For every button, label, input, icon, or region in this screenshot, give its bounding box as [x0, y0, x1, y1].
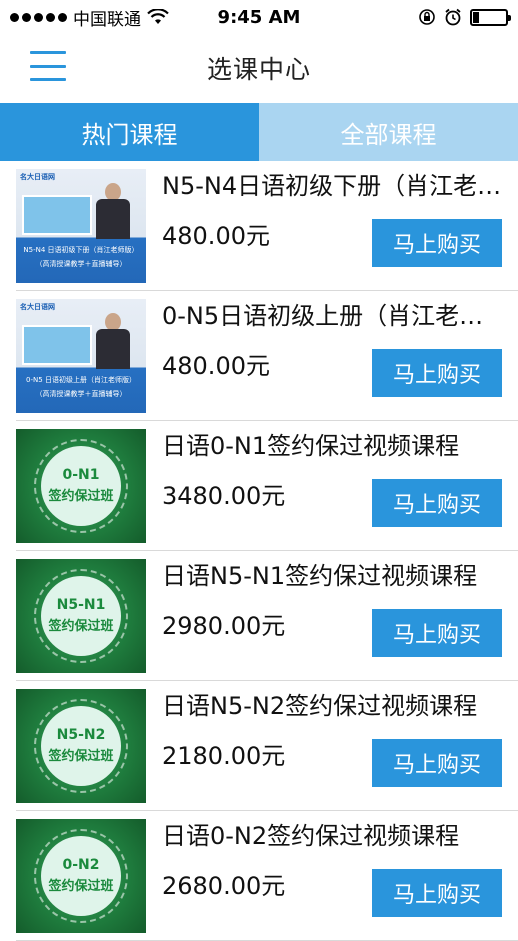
course-price: 3480.00元: [162, 482, 286, 510]
course-list: 名大日语网 N5-N4 日语初级下册（肖江老师版） （高清授课教学＋直播辅导） …: [0, 161, 518, 941]
buy-now-button[interactable]: 马上购买: [372, 219, 502, 267]
alarm-icon: [445, 8, 461, 26]
course-info: 日语N5-N1签约保过视频课程 2980.00元 马上购买: [146, 551, 518, 681]
buy-now-button[interactable]: 马上购买: [372, 609, 502, 657]
course-title[interactable]: 日语0-N1签约保过视频课程: [162, 429, 502, 463]
list-item[interactable]: 0-N2 签约保过班 日语0-N2签约保过视频课程 2680.00元 马上购买: [0, 811, 518, 941]
course-info: 日语0-N1签约保过视频课程 3480.00元 马上购买: [146, 421, 518, 551]
tab-all-courses[interactable]: 全部课程: [259, 103, 518, 161]
course-thumbnail[interactable]: 0-N1 签约保过班: [16, 429, 146, 543]
course-info: 日语0-N2签约保过视频课程 2680.00元 马上购买: [146, 811, 518, 941]
course-price: 2980.00元: [162, 612, 286, 640]
nav-bar: 选课中心: [0, 34, 518, 102]
thumbnail-caption: N5-N4 日语初级下册（肖江老师版）: [23, 246, 139, 254]
course-thumbnail[interactable]: 名大日语网 0-N5 日语初级上册（肖江老师版） （高清授课教学＋直播辅导）: [16, 299, 146, 413]
badge-label: 签约保过班: [48, 489, 114, 504]
course-title[interactable]: N5-N4日语初级下册（肖江老师版）: [162, 169, 502, 203]
teacher-photo: [96, 313, 130, 369]
hamburger-menu-icon[interactable]: [30, 48, 66, 84]
course-thumbnail[interactable]: N5-N2 签约保过班: [16, 689, 146, 803]
status-right: [418, 8, 511, 26]
thumbnail-logo: 名大日语网: [20, 303, 55, 311]
course-title[interactable]: 日语N5-N1签约保过视频课程: [162, 559, 502, 593]
buy-now-button[interactable]: 马上购买: [372, 739, 502, 787]
carrier-name: 中国联通: [73, 9, 141, 30]
course-thumbnail[interactable]: N5-N1 签约保过班: [16, 559, 146, 673]
course-badge: 0-N2 签约保过班: [41, 836, 121, 916]
course-title[interactable]: 日语0-N2签约保过视频课程: [162, 819, 502, 853]
course-price: 480.00元: [162, 222, 270, 250]
thumbnail-subcaption: （高清授课教学＋直播辅导）: [35, 260, 127, 268]
badge-level: 0-N1: [62, 467, 100, 483]
list-item[interactable]: N5-N2 签约保过班 日语N5-N2签约保过视频课程 2180.00元 马上购…: [0, 681, 518, 811]
badge-label: 签约保过班: [48, 879, 114, 894]
badge-level: 0-N2: [62, 857, 100, 873]
list-item[interactable]: 名大日语网 N5-N4 日语初级下册（肖江老师版） （高清授课教学＋直播辅导） …: [0, 161, 518, 291]
badge-label: 签约保过班: [48, 749, 114, 764]
status-left: 中国联通: [10, 5, 169, 30]
page-title: 选课中心: [206, 55, 311, 84]
thumbnail-board: [22, 325, 92, 365]
thumbnail-caption: 0-N5 日语初级上册（肖江老师版）: [26, 376, 136, 384]
teacher-photo: [96, 183, 130, 239]
course-price: 480.00元: [162, 352, 270, 380]
battery-icon: [470, 8, 511, 26]
thumbnail-subcaption: （高清授课教学＋直播辅导）: [35, 390, 127, 398]
badge-level: N5-N2: [56, 727, 106, 743]
wifi-icon: [147, 9, 169, 24]
course-price: 2180.00元: [162, 742, 286, 770]
course-price: 2680.00元: [162, 872, 286, 900]
course-badge: N5-N2 签约保过班: [41, 706, 121, 786]
course-info: 0-N5日语初级上册（肖江老师版） 480.00元 马上购买: [146, 291, 518, 421]
buy-now-button[interactable]: 马上购买: [372, 869, 502, 917]
buy-now-button[interactable]: 马上购买: [372, 479, 502, 527]
course-tabs: 热门课程 全部课程: [0, 103, 518, 161]
course-info: N5-N4日语初级下册（肖江老师版） 480.00元 马上购买: [146, 161, 518, 291]
thumbnail-logo: 名大日语网: [20, 173, 55, 181]
thumbnail-board: [22, 195, 92, 235]
course-info: 日语N5-N2签约保过视频课程 2180.00元 马上购买: [146, 681, 518, 811]
course-thumbnail[interactable]: 名大日语网 N5-N4 日语初级下册（肖江老师版） （高清授课教学＋直播辅导）: [16, 169, 146, 283]
course-thumbnail[interactable]: 0-N2 签约保过班: [16, 819, 146, 933]
status-bar: 中国联通 9:45 AM: [0, 0, 518, 34]
tab-hot-courses[interactable]: 热门课程: [0, 103, 259, 161]
list-item[interactable]: 名大日语网 0-N5 日语初级上册（肖江老师版） （高清授课教学＋直播辅导） 0…: [0, 291, 518, 421]
course-title[interactable]: 日语N5-N2签约保过视频课程: [162, 689, 502, 723]
signal-strength-icon: [10, 12, 67, 22]
badge-level: N5-N1: [56, 597, 106, 613]
buy-now-button[interactable]: 马上购买: [372, 349, 502, 397]
course-badge: N5-N1 签约保过班: [41, 576, 121, 656]
course-badge: 0-N1 签约保过班: [41, 446, 121, 526]
rotation-lock-icon: [419, 9, 435, 25]
course-title[interactable]: 0-N5日语初级上册（肖江老师版）: [162, 299, 502, 333]
list-item[interactable]: 0-N1 签约保过班 日语0-N1签约保过视频课程 3480.00元 马上购买: [0, 421, 518, 551]
list-item[interactable]: N5-N1 签约保过班 日语N5-N1签约保过视频课程 2980.00元 马上购…: [0, 551, 518, 681]
badge-label: 签约保过班: [48, 619, 114, 634]
